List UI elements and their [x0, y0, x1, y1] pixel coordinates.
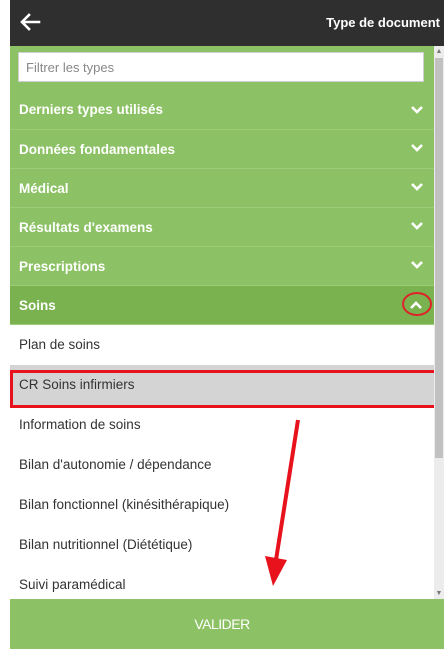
list-item-label: Bilan nutritionnel (Diététique)	[19, 537, 193, 552]
category-label: Prescriptions	[19, 259, 106, 274]
list-item-bilan-fonctionnel[interactable]: Bilan fonctionnel (kinésithérapique)	[10, 485, 434, 525]
scrollbar[interactable]: ▲ ▼	[434, 46, 444, 600]
chevron-down-icon	[411, 106, 423, 114]
chevron-up-icon[interactable]	[409, 300, 423, 310]
list-item-information-de-soins[interactable]: Information de soins	[10, 405, 434, 445]
document-type-list: Derniers types utilisés Données fondamen…	[10, 92, 434, 605]
annotation-circle	[402, 292, 432, 316]
chevron-down-icon	[411, 183, 423, 191]
category-medical[interactable]: Médical	[10, 169, 434, 208]
list-item-plan-de-soins[interactable]: Plan de soins	[10, 325, 434, 365]
list-item-label: Plan de soins	[19, 337, 101, 352]
validate-button[interactable]: VALIDER	[10, 599, 434, 649]
back-button[interactable]	[18, 10, 48, 34]
category-donnees-fondamentales[interactable]: Données fondamentales	[10, 130, 434, 169]
chevron-down-icon	[411, 261, 423, 269]
document-type-panel: Type de document Derniers types utilisés…	[10, 0, 444, 649]
scroll-thumb[interactable]	[435, 58, 443, 458]
list-item-label: Bilan d'autonomie / dépendance	[19, 457, 212, 472]
page-title: Type de document	[326, 15, 440, 30]
footer-bar: VALIDER	[10, 599, 444, 649]
list-item-cr-soins-infirmiers[interactable]: CR Soins infirmiers	[10, 365, 434, 405]
chevron-down-icon	[411, 144, 423, 152]
category-soins[interactable]: Soins	[10, 286, 434, 325]
category-resultats-examens[interactable]: Résultats d'examens	[10, 208, 434, 247]
list-item-bilan-autonomie[interactable]: Bilan d'autonomie / dépendance	[10, 445, 434, 485]
list-item-bilan-nutritionnel[interactable]: Bilan nutritionnel (Diététique)	[10, 525, 434, 565]
filter-area	[10, 46, 434, 92]
scroll-up-icon[interactable]: ▲	[435, 48, 443, 56]
category-prescriptions[interactable]: Prescriptions	[10, 247, 434, 286]
list-item-label: Bilan fonctionnel (kinésithérapique)	[19, 497, 230, 512]
category-label: Résultats d'examens	[19, 220, 153, 235]
list-item-label: Information de soins	[19, 417, 141, 432]
header-bar: Type de document	[10, 0, 444, 46]
list-item-label: Suivi paramédical	[19, 577, 126, 592]
category-label: Médical	[19, 181, 69, 196]
category-label: Derniers types utilisés	[19, 102, 164, 117]
scroll-down-icon[interactable]: ▼	[435, 590, 443, 598]
arrow-left-icon	[20, 13, 41, 31]
list-item-label: CR Soins infirmiers	[19, 377, 135, 392]
chevron-down-icon	[411, 222, 423, 230]
category-label: Soins	[19, 298, 56, 313]
filter-types-input[interactable]	[18, 52, 424, 82]
category-derniers-types[interactable]: Derniers types utilisés	[10, 92, 434, 130]
category-label: Données fondamentales	[19, 142, 176, 157]
